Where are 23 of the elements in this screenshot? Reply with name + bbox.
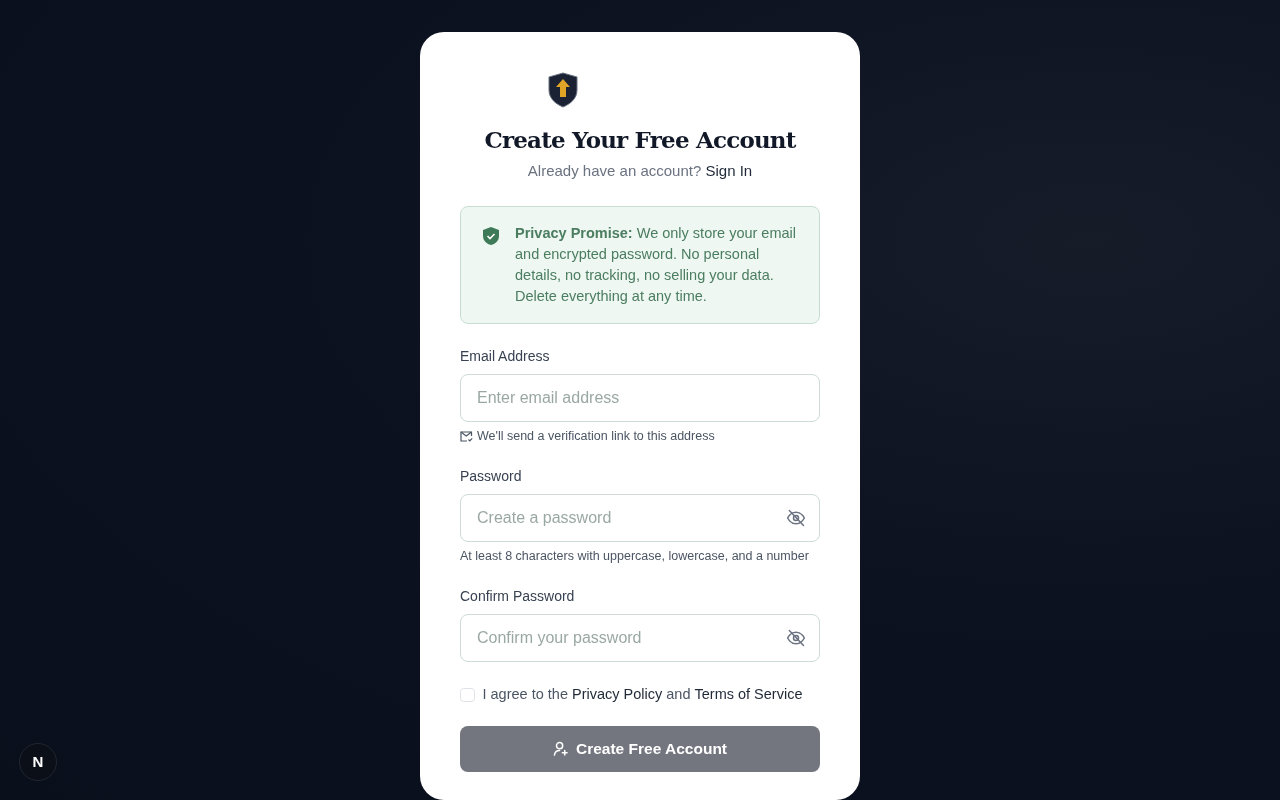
eye-slash-icon[interactable]: [786, 508, 806, 529]
field-label: Password: [460, 467, 523, 487]
subtitle-text: Already have an account?: [527, 161, 702, 179]
user-plus-icon: [553, 741, 568, 757]
agreement-text: I agree to the Privacy Policy and Terms of Service: [482, 685, 803, 705]
field-label: Confirm Password: [460, 587, 576, 607]
password-field[interactable]: Confirm your password: [460, 614, 820, 663]
privacy-notice-text: Privacy Promise: We only store your email and encrypted password. No personal details, no tracking, no selling your data. Delete everything at any time.: [515, 224, 797, 307]
password-field[interactable]: Create a password: [460, 494, 820, 543]
eye-slash-icon[interactable]: [786, 628, 806, 649]
page-title: Create Your Free Account: [483, 126, 797, 154]
dev-tools-button[interactable]: N: [19, 743, 57, 781]
field-label: Email Address: [460, 347, 551, 367]
mail-check-icon: [460, 430, 473, 442]
terms-link[interactable]: Terms of Service: [694, 686, 803, 703]
shield-check-icon: [483, 227, 499, 246]
shield-logo-icon: [548, 72, 578, 108]
agree-checkbox[interactable]: [460, 687, 475, 703]
privacy-policy-link[interactable]: Privacy Policy: [572, 686, 663, 703]
sign-in-link[interactable]: Sign In: [705, 161, 753, 179]
hint-text: We'll send a verification link to this address: [477, 428, 715, 445]
hint-text: At least 8 characters with uppercase, lowercase, and a number: [460, 548, 809, 565]
email-field[interactable]: Enter email address: [460, 374, 820, 423]
